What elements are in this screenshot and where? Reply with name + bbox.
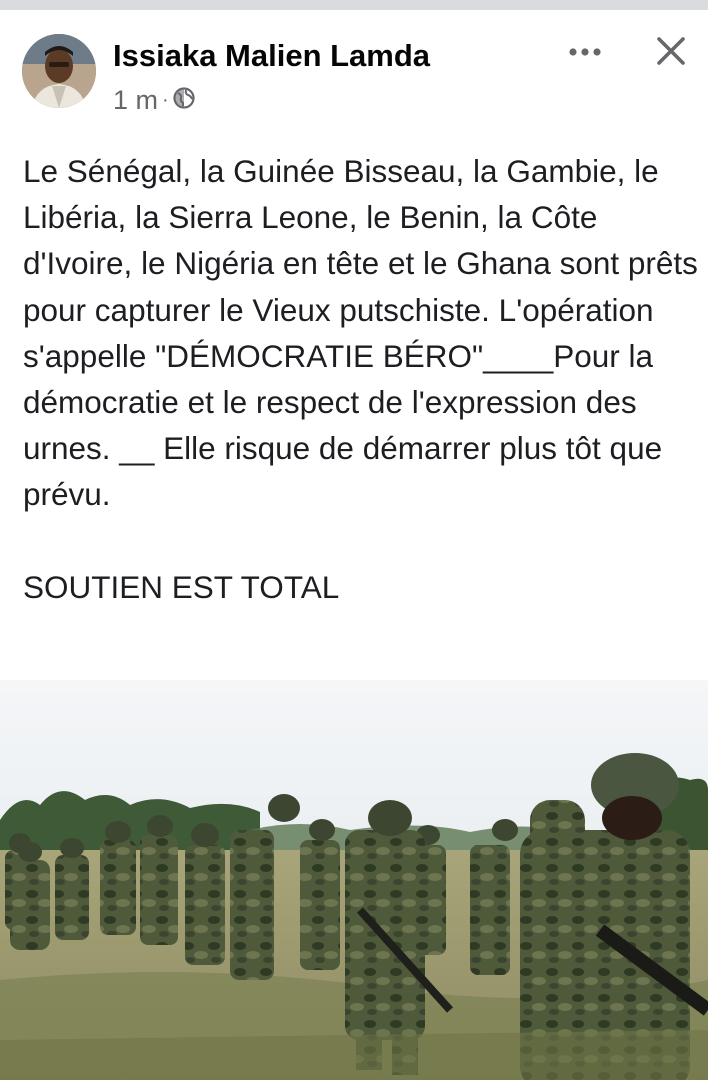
post-paragraph-main: Le Sénégal, la Guinée Bisseau, la Gambie… [23, 153, 698, 513]
feed-divider [0, 0, 708, 10]
close-icon[interactable] [648, 28, 694, 74]
post-time[interactable]: 1 m [113, 85, 158, 116]
meta-separator: · [162, 89, 169, 111]
more-options-icon[interactable] [560, 32, 610, 72]
globe-icon [173, 85, 195, 116]
avatar[interactable] [22, 34, 96, 108]
post-text: Le Sénégal, la Guinée Bisseau, la Gambie… [23, 148, 698, 610]
post-paragraph-closing: SOUTIEN EST TOTAL [23, 568, 340, 605]
post-meta: 1 m · [113, 85, 195, 116]
author-name[interactable]: Issiaka Malien Lamda [113, 38, 430, 74]
post-header: Issiaka Malien Lamda 1 m · [0, 10, 708, 120]
post-photo[interactable] [0, 680, 708, 1080]
